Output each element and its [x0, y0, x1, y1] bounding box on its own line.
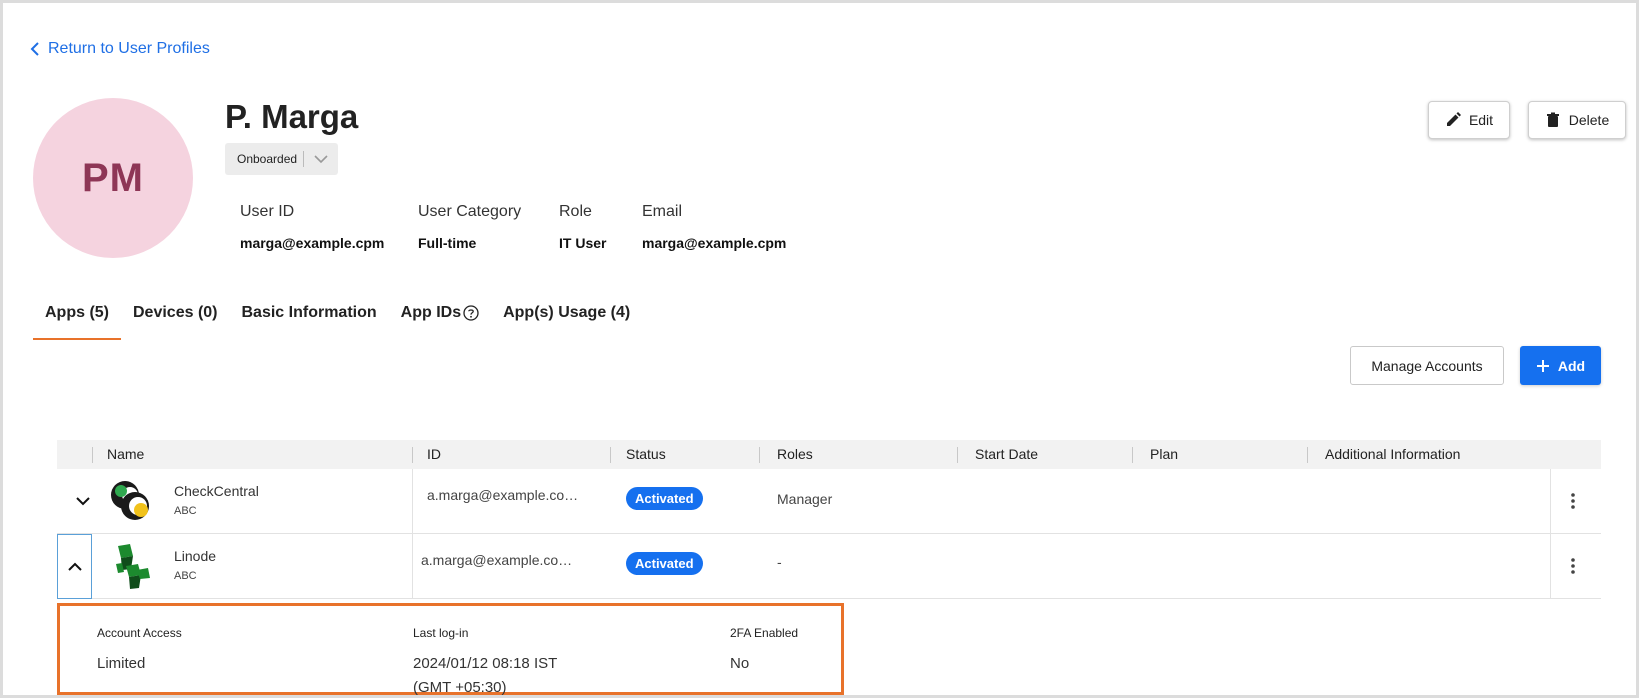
- column-header-id[interactable]: ID: [427, 446, 441, 462]
- field-value: IT User: [559, 235, 607, 251]
- column-separator: [610, 447, 611, 463]
- status-dropdown[interactable]: Onboarded: [225, 143, 338, 175]
- tab-label: App IDs: [400, 304, 462, 321]
- field-label: Role: [559, 203, 592, 220]
- table-row: Linode ABC a.marga@example.co… Activated…: [57, 534, 1601, 599]
- plus-icon: [1536, 359, 1549, 372]
- status-badge-cell: Activated: [626, 487, 703, 510]
- app-roles: Manager: [777, 491, 833, 507]
- column-separator: [957, 447, 958, 463]
- detail-label: 2FA Enabled: [730, 626, 799, 640]
- tab-label: Apps (5): [45, 304, 109, 321]
- edit-button-label: Edit: [1468, 112, 1494, 128]
- tab-devices[interactable]: Devices (0): [121, 300, 230, 340]
- field-label: User ID: [240, 203, 295, 220]
- detail-value-line: 2024/01/12 08:18 IST: [413, 655, 558, 672]
- app-subtitle: ABC: [174, 570, 197, 582]
- delete-button-label: Delete: [1568, 112, 1610, 128]
- checkcentral-logo-icon: [109, 479, 155, 526]
- column-separator: [92, 447, 93, 463]
- field-value: marga@example.cpm: [642, 235, 787, 251]
- chevron-left-icon: [30, 42, 39, 56]
- column-divider: [412, 534, 413, 598]
- tab-apps-usage[interactable]: App(s) Usage (4): [491, 300, 642, 340]
- status-dropdown-value: Onboarded: [237, 152, 298, 166]
- detail-label: Account Access: [97, 626, 182, 640]
- expand-row-button[interactable]: [71, 489, 95, 513]
- app-subtitle: ABC: [174, 505, 197, 517]
- add-button-label: Add: [1557, 357, 1586, 374]
- tab-label: Devices (0): [133, 304, 218, 321]
- edit-button[interactable]: Edit: [1428, 101, 1510, 139]
- column-separator: [1307, 447, 1308, 463]
- detail-2fa-enabled: 2FA Enabled No: [730, 626, 798, 676]
- field-value: marga@example.cpm: [240, 235, 385, 251]
- column-header-name[interactable]: Name: [107, 446, 144, 462]
- field-value: Full-time: [418, 235, 477, 251]
- add-button[interactable]: Add: [1520, 346, 1601, 385]
- detail-value: Limited: [97, 655, 146, 672]
- expanded-row-details: Account Access Limited Last log-in 2024/…: [57, 603, 844, 698]
- pencil-icon: [1446, 112, 1461, 126]
- app-name[interactable]: CheckCentral: [174, 483, 259, 499]
- column-separator: [759, 447, 760, 463]
- help-icon[interactable]: [463, 305, 479, 321]
- field-user-category: User Category Full-time: [418, 203, 521, 251]
- field-role: Role IT User: [559, 203, 606, 251]
- delete-button[interactable]: Delete: [1528, 101, 1626, 139]
- field-label: Email: [642, 203, 683, 220]
- collapse-row-button[interactable]: [57, 534, 92, 599]
- chevron-up-icon: [67, 562, 82, 571]
- column-divider: [1550, 534, 1551, 598]
- column-header-status[interactable]: Status: [626, 446, 666, 462]
- chevron-down-icon: [76, 496, 90, 505]
- table-header: Name ID Status Roles Start Date Plan Add…: [57, 440, 1601, 469]
- app-id: a.marga@example.co…: [427, 487, 579, 503]
- return-link[interactable]: Return to User Profiles: [30, 40, 210, 58]
- manage-accounts-button[interactable]: Manage Accounts: [1350, 346, 1504, 385]
- app-id: a.marga@example.co…: [421, 552, 573, 568]
- return-link-label: Return to User Profiles: [48, 40, 210, 57]
- field-email: Email marga@example.cpm: [642, 203, 786, 251]
- detail-last-login: Last log-in 2024/01/12 08:18 IST (GMT +0…: [413, 626, 557, 698]
- more-options-icon[interactable]: [1563, 556, 1583, 576]
- field-label: User Category: [418, 203, 522, 220]
- app-name-cell: Linode ABC: [174, 548, 216, 582]
- chevron-down-icon[interactable]: [304, 154, 338, 164]
- column-header-plan[interactable]: Plan: [1150, 446, 1178, 462]
- detail-account-access: Account Access Limited: [97, 626, 182, 676]
- apps-table: Name ID Status Roles Start Date Plan Add…: [57, 440, 1601, 599]
- app-name-cell: CheckCentral ABC: [174, 483, 259, 517]
- tab-label: App(s) Usage (4): [503, 304, 631, 321]
- detail-value: 2024/01/12 08:18 IST (GMT +05:30): [413, 652, 557, 698]
- tab-label: Basic Information: [241, 304, 377, 321]
- column-separator: [412, 447, 413, 463]
- table-row: CheckCentral ABC a.marga@example.co… Act…: [57, 469, 1601, 534]
- detail-value-line: (GMT +05:30): [413, 679, 507, 696]
- detail-label: Last log-in: [413, 626, 469, 640]
- status-badge: Activated: [626, 552, 703, 575]
- column-header-additional-information[interactable]: Additional Information: [1325, 446, 1460, 462]
- tab-basic-information[interactable]: Basic Information: [230, 300, 389, 340]
- avatar: PM: [33, 98, 193, 258]
- field-user-id: User ID marga@example.cpm: [240, 203, 384, 251]
- tab-bar: Apps (5) Devices (0) Basic Information A…: [33, 300, 642, 340]
- avatar-initials: PM: [82, 155, 144, 200]
- column-header-start-date[interactable]: Start Date: [975, 446, 1038, 462]
- page-title: P. Marga: [225, 98, 359, 135]
- column-header-roles[interactable]: Roles: [777, 446, 813, 462]
- column-divider: [412, 469, 413, 533]
- app-roles: -: [777, 554, 782, 570]
- status-badge-cell: Activated: [626, 552, 703, 575]
- column-divider: [1550, 469, 1551, 533]
- status-badge: Activated: [626, 487, 703, 510]
- linode-logo-icon: [113, 544, 153, 593]
- app-name[interactable]: Linode: [174, 548, 216, 564]
- column-separator: [1132, 447, 1133, 463]
- trash-icon: [1546, 112, 1559, 127]
- tab-app-ids[interactable]: App IDs: [389, 300, 491, 340]
- more-options-icon[interactable]: [1563, 491, 1583, 511]
- detail-value: No: [730, 655, 750, 672]
- tab-apps[interactable]: Apps (5): [33, 300, 121, 340]
